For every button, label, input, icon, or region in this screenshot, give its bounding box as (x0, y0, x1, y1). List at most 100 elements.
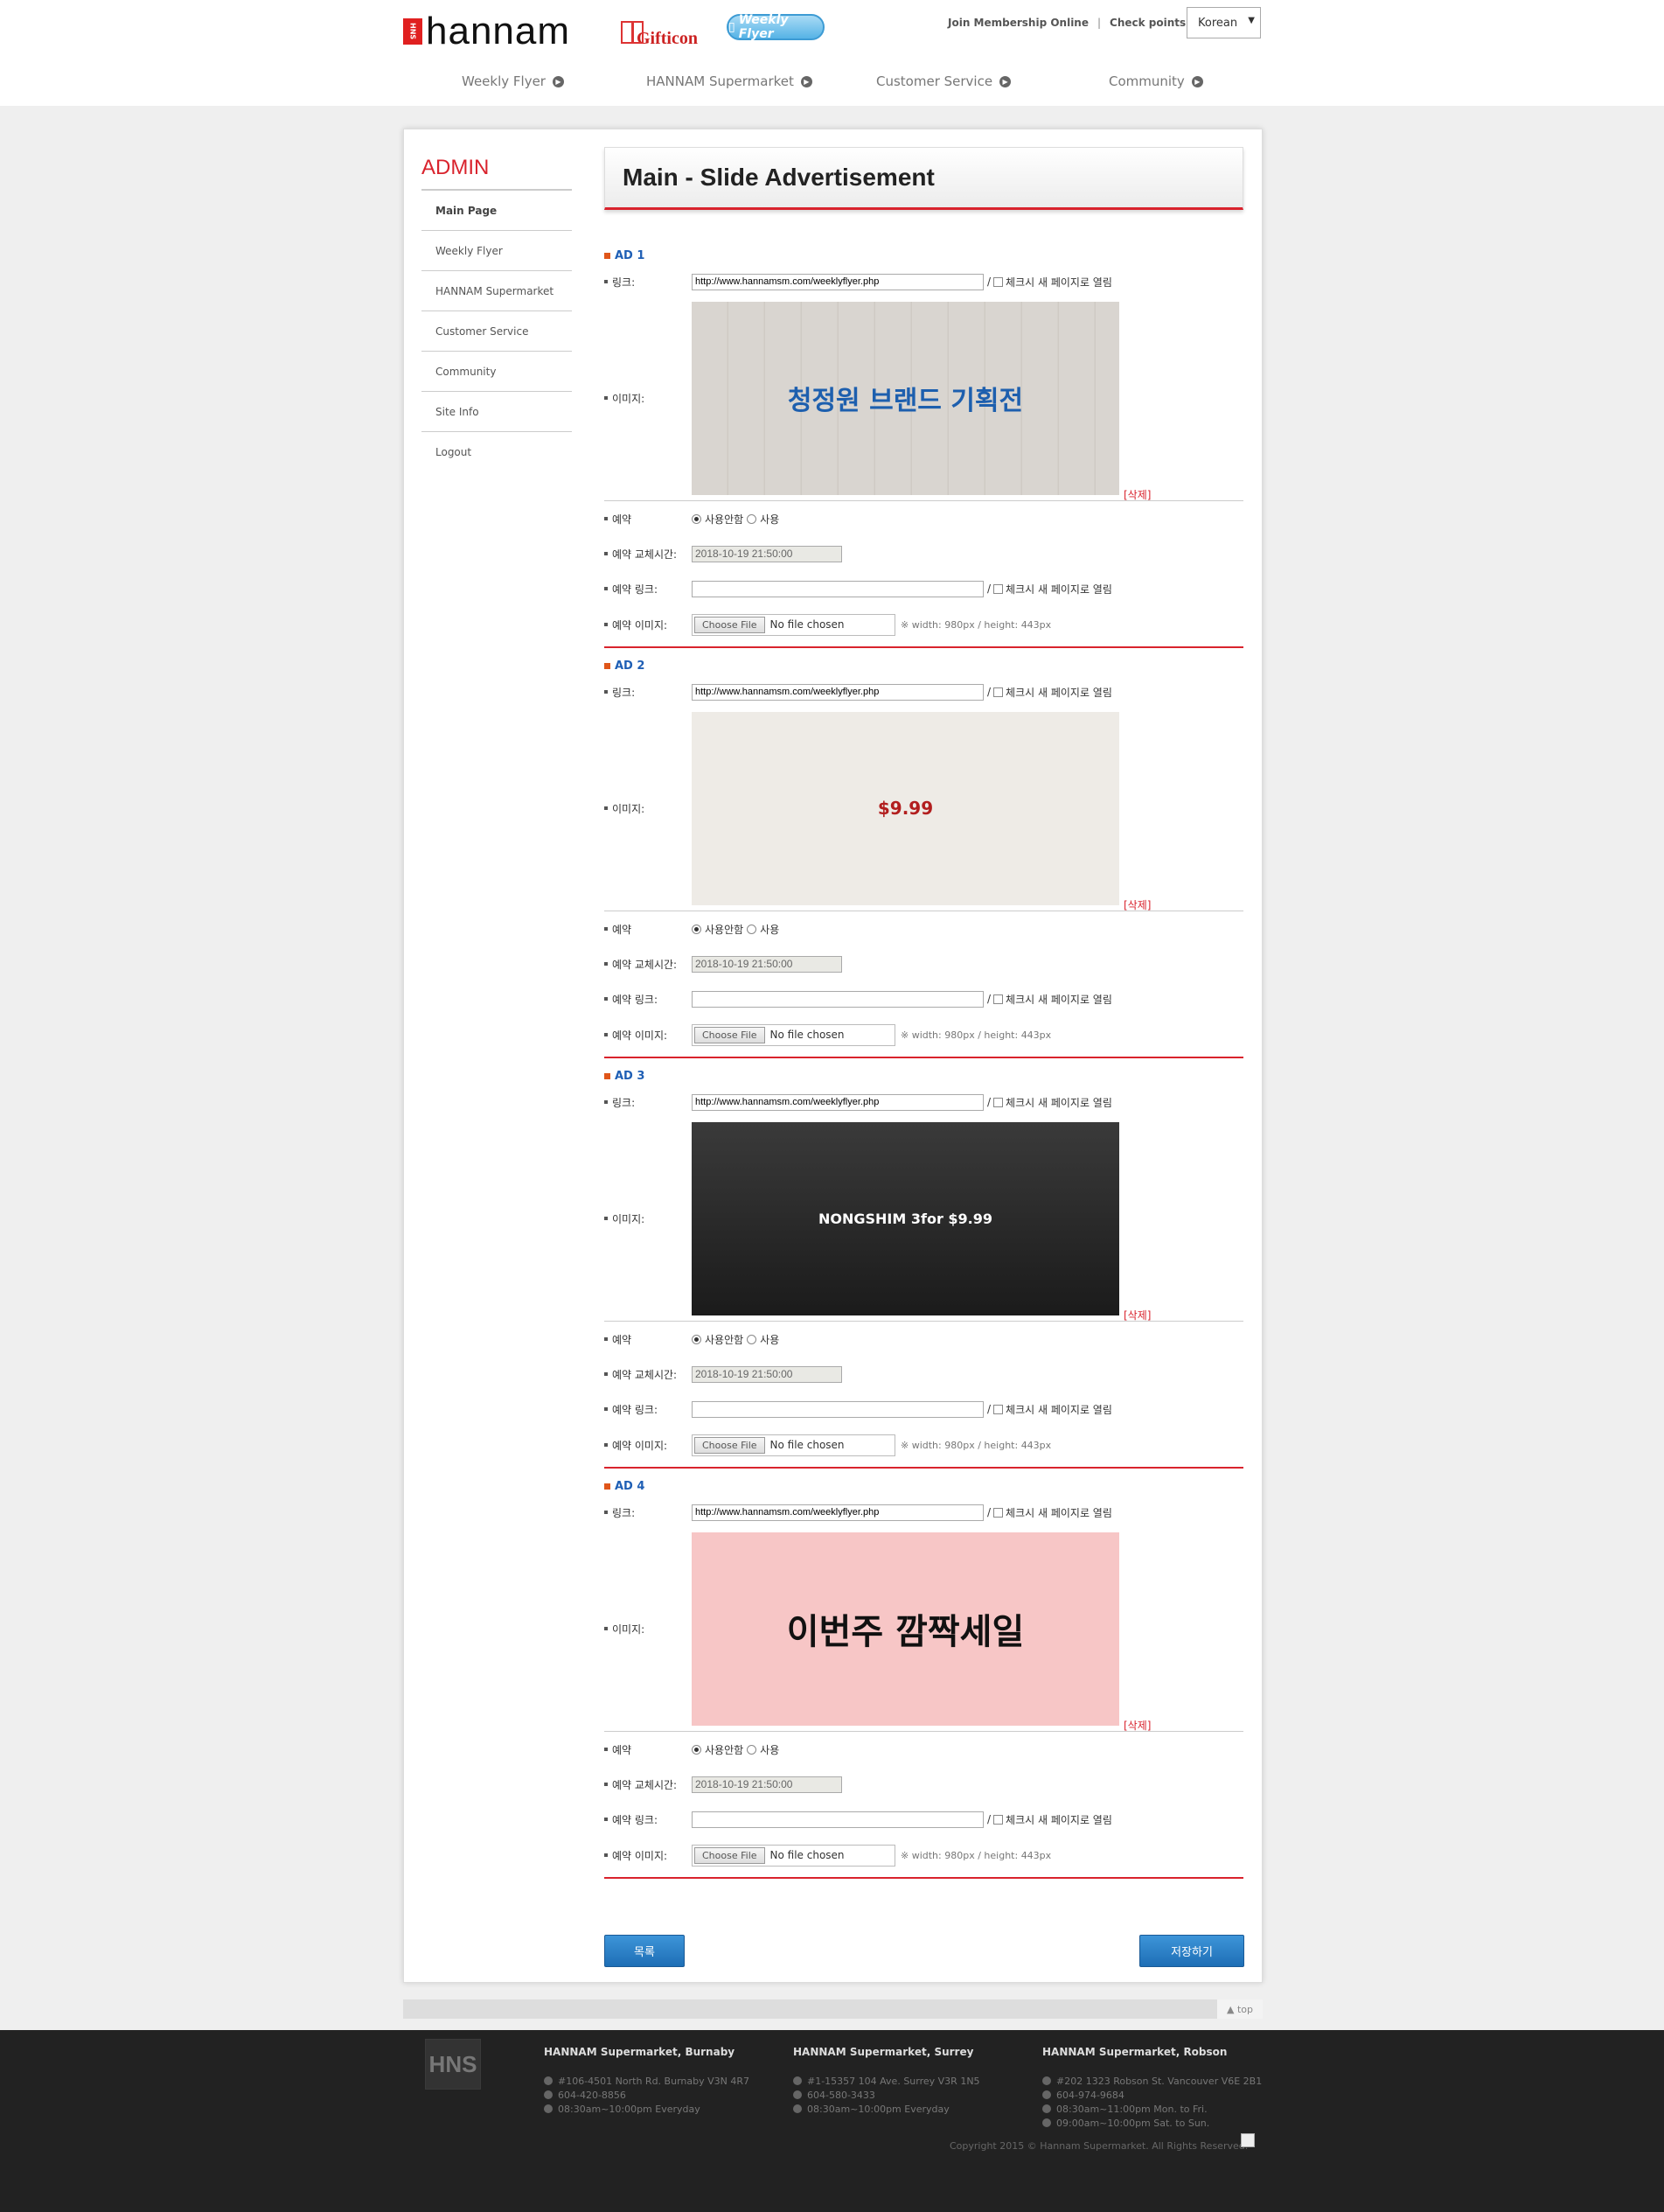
reserve-image-file-input[interactable]: Choose File No file chosen (692, 613, 895, 636)
use-radio[interactable] (747, 513, 757, 524)
link-input[interactable] (692, 1504, 984, 1521)
reserve-link-input[interactable] (692, 990, 984, 1008)
reserve-image-file-input[interactable]: Choose File No file chosen (692, 1023, 895, 1046)
store-line: 604-580-3433 (807, 2089, 875, 2101)
join-membership-link[interactable]: Join Membership Online (948, 17, 1089, 29)
reserve-time-row: 예약 교체시간: (604, 946, 1243, 981)
not-use-radio[interactable] (692, 1744, 701, 1755)
choose-file-button[interactable]: Choose File (694, 616, 765, 633)
check-points-link[interactable]: Check points (1110, 17, 1186, 29)
new-window-option: / 체크시 새 페이지로 열림 (987, 1096, 1112, 1109)
not-use-radio[interactable] (692, 1334, 701, 1344)
delete-link[interactable]: [삭제] (1124, 487, 1151, 502)
new-window-checkbox[interactable] (993, 1507, 1004, 1518)
list-button[interactable]: 목록 (604, 1935, 685, 1967)
reserve-time-input[interactable] (692, 1365, 842, 1383)
sidebar-item-main-page[interactable]: Main Page (421, 191, 572, 231)
use-radio[interactable] (747, 1334, 757, 1344)
link-input[interactable] (692, 273, 984, 290)
not-use-radio[interactable] (692, 924, 701, 934)
new-window-checkbox[interactable] (993, 1097, 1004, 1107)
use-radio[interactable] (747, 1744, 757, 1755)
nav-customer-service[interactable]: Customer Service ▶ (876, 73, 1012, 89)
reserve-time-input[interactable] (692, 1776, 842, 1793)
not-use-radio[interactable] (692, 513, 701, 524)
site-logo[interactable]: HNS hannam (403, 10, 571, 52)
reserve-time-label-wrap: 예약 교체시간: (604, 957, 692, 972)
use-radio[interactable] (747, 924, 757, 934)
gifticon-link[interactable]: Gifticon (621, 14, 698, 51)
choose-file-button[interactable]: Choose File (694, 1846, 765, 1864)
bullet-icon (604, 623, 608, 626)
reserve-label: 예약 (612, 923, 632, 936)
arrow-circle-icon: ▶ (999, 75, 1012, 87)
sidebar-item-logout[interactable]: Logout (421, 432, 572, 472)
page-title-box: Main - Slide Advertisement (604, 147, 1243, 210)
sidebar-item-hannam-supermarket[interactable]: HANNAM Supermarket (421, 271, 572, 311)
reserve-new-window-option: / 체크시 새 페이지로 열림 (987, 583, 1112, 596)
reserve-row: 예약 사용안함 사용 (604, 501, 1243, 536)
new-window-label: 체크시 새 페이지로 열림 (1006, 276, 1112, 289)
ad-heading: AD 4 (604, 1477, 1243, 1495)
sidebar-item-community[interactable]: Community (421, 352, 572, 392)
sidebar-item-site-info[interactable]: Site Info (421, 392, 572, 432)
reserve-time-input[interactable] (692, 955, 842, 973)
section-divider (604, 646, 1243, 648)
link-label: 링크: (612, 686, 636, 699)
reserve-time-label-wrap: 예약 교체시간: (604, 547, 692, 562)
back-to-top-link[interactable]: ▲ top (1217, 1999, 1263, 2019)
reserve-label-wrap: 예약 (604, 1332, 692, 1347)
store-phone: 604-580-3433 (793, 2088, 1020, 2102)
reserve-new-window-checkbox[interactable] (993, 1814, 1004, 1825)
reserve-time-input[interactable] (692, 545, 842, 562)
reserve-link-input[interactable] (692, 580, 984, 597)
delete-link[interactable]: [삭제] (1124, 897, 1151, 912)
reserve-image-label: 예약 이미지: (612, 1439, 668, 1452)
save-button[interactable]: 저장하기 (1139, 1935, 1244, 1967)
nav-label: Weekly Flyer (462, 73, 546, 89)
reserve-image-file-input[interactable]: Choose File No file chosen (692, 1434, 895, 1456)
banner-text: $9.99 (877, 798, 934, 819)
logo-text: hannam (426, 10, 571, 52)
language-value: Korean (1198, 16, 1238, 30)
reserve-new-window-checkbox[interactable] (993, 583, 1004, 594)
reserve-link-input[interactable] (692, 1400, 984, 1418)
location-icon (793, 2076, 802, 2085)
choose-file-button[interactable]: Choose File (694, 1436, 765, 1454)
new-window-label: 체크시 새 페이지로 열림 (1006, 583, 1112, 596)
reserve-time-label: 예약 교체시간: (612, 1778, 678, 1791)
new-window-checkbox[interactable] (993, 687, 1004, 697)
location-icon (1042, 2076, 1051, 2085)
ad-banner-image: $9.99 (692, 711, 1119, 905)
not-use-label: 사용안함 (705, 513, 744, 526)
banner-text: NONGSHIM 3for $9.99 (818, 1210, 993, 1227)
store-line: 08:30am~11:00pm Mon. to Fri. (1056, 2103, 1208, 2115)
delete-link[interactable]: [삭제] (1124, 1718, 1151, 1733)
choose-file-button[interactable]: Choose File (694, 1026, 765, 1043)
nav-hannam-supermarket[interactable]: HANNAM Supermarket ▶ (646, 73, 812, 89)
not-use-label: 사용안함 (705, 1743, 744, 1756)
delete-link[interactable]: [삭제] (1124, 1308, 1151, 1322)
nav-community[interactable]: Community ▶ (1109, 73, 1203, 89)
reserve-new-window-checkbox[interactable] (993, 994, 1004, 1004)
new-window-checkbox[interactable] (993, 276, 1004, 287)
reserve-link-label: 예약 링크: (612, 583, 658, 596)
reserve-image-row: 예약 이미지: Choose File No file chosen ※ wid… (604, 1837, 1243, 1874)
link-input[interactable] (692, 683, 984, 701)
reserve-image-row: 예약 이미지: Choose File No file chosen ※ wid… (604, 1427, 1243, 1463)
top-strip: ▲ top (403, 1999, 1263, 2019)
sidebar-item-customer-service[interactable]: Customer Service (421, 311, 572, 352)
reserve-image-file-input[interactable]: Choose File No file chosen (692, 1844, 895, 1867)
reserve-new-window-checkbox[interactable] (993, 1404, 1004, 1414)
sidebar-item-weekly-flyer[interactable]: Weekly Flyer (421, 231, 572, 271)
bullet-icon (604, 1818, 608, 1821)
bullet-icon (604, 997, 608, 1001)
nav-weekly-flyer[interactable]: Weekly Flyer ▶ (462, 73, 564, 89)
admin-title: ADMIN (421, 156, 572, 191)
new-window-option: / 체크시 새 페이지로 열림 (987, 686, 1112, 699)
language-select[interactable]: Korean ▼ (1187, 7, 1261, 38)
bullet-square-icon (604, 252, 610, 259)
weekly-flyer-badge[interactable]: ▯ Weekly Flyer (727, 13, 825, 41)
link-input[interactable] (692, 1093, 984, 1111)
reserve-link-input[interactable] (692, 1811, 984, 1828)
